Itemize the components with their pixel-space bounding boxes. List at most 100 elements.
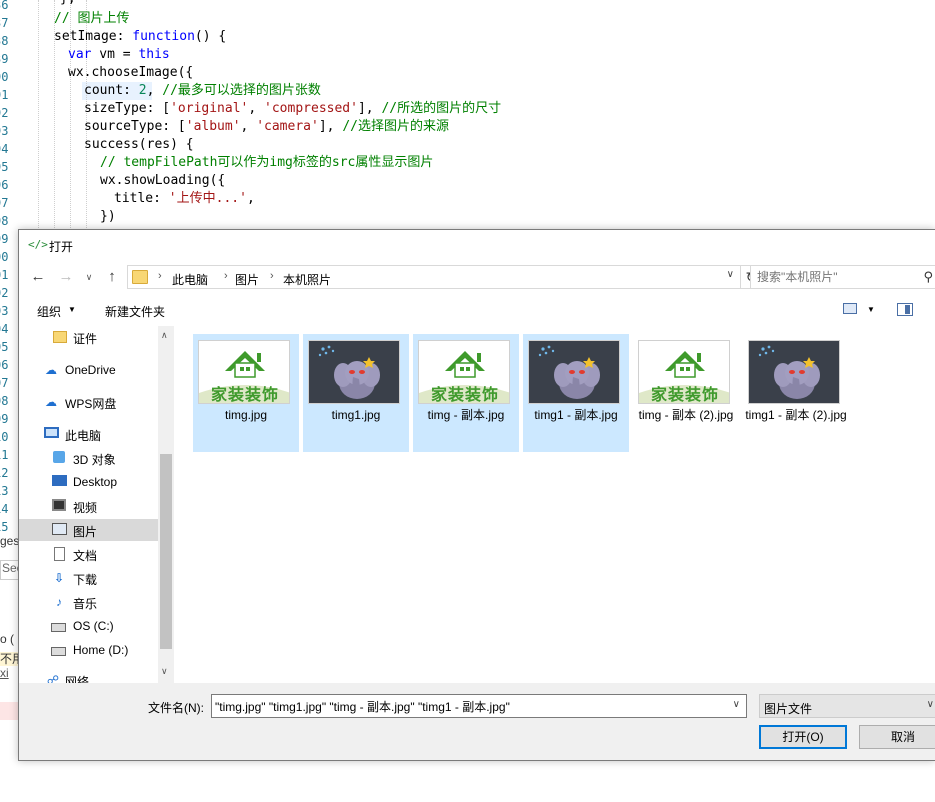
code-line: setImage: function() { [54,29,227,44]
line-number: 14 [0,502,9,516]
line-number: 36 [0,0,9,12]
nav-item-onedrive[interactable]: ☁ OneDrive [19,359,158,381]
chevron-down-icon[interactable]: ∨ [927,699,934,710]
nav-item-network[interactable]: ☍ 网络 [19,669,158,683]
organize-menu[interactable]: 组织 [37,303,61,320]
line-number: 95 [0,160,9,174]
file-item[interactable]: timg1 - 副本.jpg [523,334,629,452]
code-line: // 图片上传 [54,11,130,26]
nav-item-drive-d[interactable]: Home (D:) [19,639,158,661]
code-line: // tempFilePath可以作为img标签的src属性显示图片 [100,155,434,170]
nav-scrollbar[interactable]: ∧ ∨ [158,326,174,683]
caret-down-icon[interactable]: ▼ [68,305,76,314]
error-marker [0,702,18,720]
input-fragment: Sec [0,560,20,580]
nav-item-label: 网络 [65,675,90,683]
cloud-icon: ☁ [45,395,57,409]
nav-item-label: 图片 [73,525,98,539]
nav-item-pictures[interactable]: 图片 [19,519,158,541]
line-number: 06 [0,358,9,372]
elephant-thumbnail [308,340,400,404]
download-icon: ⇩ [53,571,65,585]
nav-item-this-pc[interactable]: 此电脑 [19,423,158,445]
address-bar[interactable]: › 此电脑 › 图片 › 本机照片 ∨ [127,265,741,289]
search-input[interactable] [757,269,917,285]
line-number: 39 [0,52,9,66]
open-button[interactable]: 打开(O) [759,725,847,749]
breadcrumb-local-photos[interactable]: 本机照片 [283,271,331,288]
preview-pane-icon[interactable] [897,303,913,316]
chevron-right-icon: › [158,270,162,282]
chevron-down-icon[interactable]: ∨ [733,699,740,710]
nav-item-drive-c[interactable]: OS (C:) [19,615,158,637]
search-icon[interactable]: ⚲ [923,269,933,285]
tab-fragment: ges [0,534,20,548]
change-view-icon[interactable] [843,303,857,314]
nav-item-label: 3D 对象 [73,453,116,467]
link-fragment: xi [0,666,9,680]
recent-locations-chevron-icon[interactable]: ∨ [83,268,95,286]
desktop-icon [52,475,67,486]
thumbnail-logo-text: 家装装饰 [650,387,719,404]
chevron-down-icon[interactable]: ∨ [727,269,734,280]
file-item[interactable]: 家装装饰 timg.jpg [193,334,299,452]
file-name: timg.jpg [224,408,268,422]
folder-icon [132,270,148,284]
line-number-gutter: 36 37 38 39 90 91 92 93 94 95 96 97 98 99 00 01 02 03 04 05… [0,0,14,540]
nav-item-downloads[interactable]: ⇩ 下载 [19,567,158,589]
file-name-label: 文件名(N): [148,701,204,715]
line-number: 94 [0,142,9,156]
back-arrow-icon[interactable]: ← [29,268,47,286]
new-folder-button[interactable]: 新建文件夹 [105,303,165,320]
thumbnail-logo-text: 家装装饰 [210,387,279,404]
nav-item-wps-drive[interactable]: ☁ WPS网盘 [19,391,158,413]
nav-item-documents[interactable]: 文档 [19,543,158,565]
caret-down-icon[interactable]: ▼ [867,305,875,314]
up-arrow-icon[interactable]: ↑ [103,268,121,286]
line-number: 92 [0,106,9,120]
chevron-up-icon[interactable]: ∧ [161,330,168,341]
nav-item-label: WPS网盘 [65,397,117,411]
code-line: sourceType: ['album', 'camera'], //选择图片的… [84,119,449,134]
dialog-titlebar[interactable]: </> 打开 [19,230,935,260]
pictures-icon [52,523,67,535]
scroll-thumb[interactable] [160,454,172,649]
indent-guide [38,0,39,230]
file-item[interactable]: 家装装饰 timg - 副本.jpg [413,334,519,452]
file-name: timg1 - 副本 (2).jpg [745,408,847,422]
house-thumbnail: 家装装饰 [198,340,290,404]
breadcrumb-this-pc[interactable]: 此电脑 [172,271,208,288]
file-name: timg1.jpg [331,408,381,422]
line-number: 04 [0,322,9,336]
nav-item-desktop[interactable]: Desktop [19,471,158,493]
network-icon: ☍ [46,673,60,683]
nav-item-label: OS (C:) [73,619,114,633]
nav-item-videos[interactable]: 视频 [19,495,158,517]
navigation-bar: ← → ∨ ↑ › 此电脑 › 图片 › 本机照片 ∨ ↻ ⚲ [19,260,935,294]
file-type-select[interactable]: 图片文件 ∨ [759,694,935,718]
cancel-button[interactable]: 取消 [859,725,935,749]
nav-item-3d-objects[interactable]: 3D 对象 [19,447,158,469]
code-line: }, [60,0,76,8]
folder-icon [53,331,67,343]
dialog-title: 打开 [49,240,74,254]
breadcrumb-pictures[interactable]: 图片 [235,271,259,288]
file-name-input[interactable] [215,698,720,714]
chevron-right-icon: › [270,270,274,282]
file-name-combobox[interactable]: ∨ [211,694,747,718]
elephant-thumbnail [528,340,620,404]
nav-item-certificates[interactable]: 证件 [19,326,158,348]
nav-item-label: 文档 [73,549,98,563]
search-box[interactable]: ⚲ [750,265,935,289]
nav-item-label: 音乐 [73,597,98,611]
file-item[interactable]: 家装装饰 timg - 副本 (2).jpg [633,334,739,452]
file-item[interactable]: timg1 - 副本 (2).jpg [743,334,849,452]
file-item[interactable]: timg1.jpg [303,334,409,452]
nav-item-label: OneDrive [65,363,116,377]
line-number: 09 [0,412,9,426]
file-name: timg1 - 副本.jpg [534,408,618,422]
code-line: count: 2, //最多可以选择的图片张数 [84,83,321,98]
chevron-down-icon[interactable]: ∨ [161,666,168,677]
nav-item-music[interactable]: ♪ 音乐 [19,591,158,613]
forward-arrow-icon[interactable]: → [57,268,75,286]
